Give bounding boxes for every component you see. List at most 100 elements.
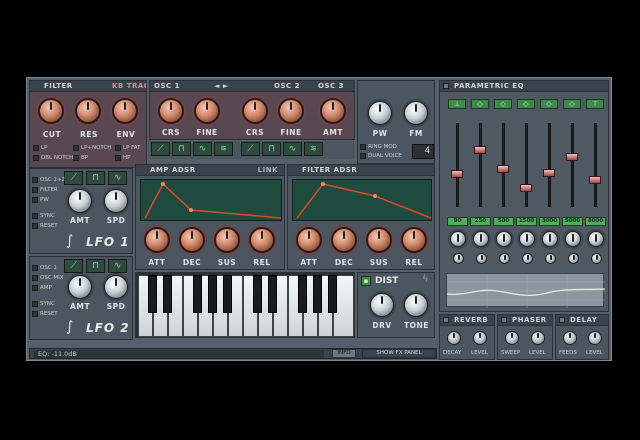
eq-slider-track-3000[interactable] (548, 123, 551, 207)
eq-slider-track-8000[interactable] (594, 123, 597, 207)
dist-tone-knob[interactable] (404, 293, 428, 317)
eq-slider-thumb-8000[interactable] (589, 176, 601, 185)
osc3-amount-knob[interactable] (320, 98, 346, 124)
piano-black-key[interactable] (148, 275, 157, 313)
cutoff-knob[interactable] (38, 98, 64, 124)
info-button[interactable]: INFO (332, 349, 356, 358)
filter-envelope-display[interactable] (292, 179, 432, 221)
reverb-level-knob[interactable] (473, 331, 487, 345)
kb-track-toggle[interactable]: KB TRACK (112, 81, 146, 91)
fm-knob[interactable] (404, 101, 428, 125)
eq-gain-knob-500[interactable] (496, 231, 512, 247)
mode-bp-check[interactable] (73, 155, 79, 161)
eq-freq-250[interactable]: 250 (470, 217, 491, 226)
piano-black-key[interactable] (193, 275, 202, 313)
lfo1-amount-knob[interactable] (68, 189, 92, 213)
pw-knob[interactable] (368, 101, 392, 125)
eq-band-type-peak-1[interactable]: ◇ (471, 99, 489, 109)
eq-band-type-peak-4[interactable]: ◇ (540, 99, 558, 109)
osc1-coarse-knob[interactable] (158, 98, 184, 124)
osc1-wave-saw[interactable]: ⟋ (151, 142, 170, 156)
eq-slider-thumb-500[interactable] (497, 164, 509, 173)
osc2-wave-saw[interactable]: ⟋ (241, 142, 260, 156)
eq-band-type-lowshelf[interactable]: ⊥ (448, 99, 466, 109)
eq-freq-8000[interactable]: 8000 (585, 217, 606, 226)
piano-black-key[interactable] (223, 275, 232, 313)
lfo1-speed-knob[interactable] (104, 189, 128, 213)
eq-q-knob-5000[interactable] (568, 253, 579, 264)
mode-lp-check[interactable] (33, 145, 39, 151)
amp-sustain-knob[interactable] (214, 227, 240, 253)
eq-slider-track-5000[interactable] (571, 123, 574, 207)
dist-drive-knob[interactable] (370, 293, 394, 317)
eq-enable-check[interactable] (443, 83, 449, 89)
lfo2-target-3-check[interactable] (32, 285, 38, 291)
amp-attack-knob[interactable] (144, 227, 170, 253)
eq-slider-thumb-90[interactable] (451, 170, 463, 179)
piano-black-key[interactable] (268, 275, 277, 313)
osc2-wave-noise[interactable]: ≋ (304, 142, 323, 156)
osc3-tab[interactable]: OSC 3 (318, 81, 344, 91)
phaser-sweep-knob[interactable] (505, 331, 519, 345)
show-fx-panel-button[interactable]: SHOW FX PANEL (362, 349, 436, 358)
delay-enable-check[interactable] (559, 317, 565, 323)
eq-gain-knob-5000[interactable] (565, 231, 581, 247)
osc1-fine-knob[interactable] (194, 98, 220, 124)
phaser-level-knob[interactable] (531, 331, 545, 345)
eq-slider-thumb-5000[interactable] (566, 153, 578, 162)
osc2-wave-square[interactable]: ⊓ (262, 142, 281, 156)
lfo1-target-2-check[interactable] (32, 187, 38, 193)
ring-mod-check[interactable] (360, 144, 366, 150)
osc-arrows[interactable]: ◄ ► (214, 81, 229, 91)
osc2-tab[interactable]: OSC 2 (274, 81, 300, 91)
eq-freq-1500[interactable]: 1500 (516, 217, 537, 226)
lfo1-sync-check[interactable] (32, 213, 38, 219)
osc1-wave-sine[interactable]: ∿ (193, 142, 212, 156)
osc1-tab[interactable]: OSC 1 (154, 81, 180, 91)
piano-black-key[interactable] (328, 275, 337, 313)
reverb-enable-check[interactable] (443, 317, 449, 323)
eq-q-knob-8000[interactable] (591, 253, 602, 264)
eq-q-knob-3000[interactable] (545, 253, 556, 264)
eq-slider-track-90[interactable] (456, 123, 459, 207)
filter-sustain-knob[interactable] (366, 227, 392, 253)
eq-freq-500[interactable]: 500 (493, 217, 514, 226)
eq-slider-thumb-250[interactable] (474, 145, 486, 154)
piano-black-key[interactable] (208, 275, 217, 313)
eq-freq-3000[interactable]: 3000 (539, 217, 560, 226)
piano-black-key[interactable] (163, 275, 172, 313)
eq-gain-knob-1500[interactable] (519, 231, 535, 247)
lfo2-wave-saw[interactable]: ⟋ (64, 259, 83, 273)
osc2-wave-sine[interactable]: ∿ (283, 142, 302, 156)
piano-black-key[interactable] (313, 275, 322, 313)
dual-voice-check[interactable] (360, 153, 366, 159)
eq-freq-90[interactable]: 90 (447, 217, 468, 226)
eq-q-knob-1500[interactable] (522, 253, 533, 264)
delay-feedback-knob[interactable] (563, 331, 577, 345)
osc1-wave-noise[interactable]: ≋ (214, 142, 233, 156)
lfo2-sync-check[interactable] (32, 301, 38, 307)
lfo2-amount-knob[interactable] (68, 275, 92, 299)
lfo2-wave-square[interactable]: ⊓ (86, 259, 105, 273)
env-amount-knob[interactable] (112, 98, 138, 124)
eq-slider-track-250[interactable] (479, 123, 482, 207)
voice-count-display[interactable]: 4 (412, 144, 434, 159)
osc1-wave-square[interactable]: ⊓ (172, 142, 191, 156)
lfo2-wave-sine[interactable]: ∿ (108, 259, 127, 273)
eq-gain-knob-90[interactable] (450, 231, 466, 247)
osc2-fine-knob[interactable] (278, 98, 304, 124)
lfo2-reset-check[interactable] (32, 311, 38, 317)
lfo2-target-2-check[interactable] (32, 275, 38, 281)
eq-gain-knob-250[interactable] (473, 231, 489, 247)
amp-link-toggle[interactable]: LINK (258, 165, 278, 175)
eq-q-knob-250[interactable] (476, 253, 487, 264)
eq-q-knob-500[interactable] (499, 253, 510, 264)
osc2-coarse-knob[interactable] (242, 98, 268, 124)
eq-freq-5000[interactable]: 5000 (562, 217, 583, 226)
lfo1-target-1-check[interactable] (32, 177, 38, 183)
mode-dblnotch-check[interactable] (33, 155, 39, 161)
eq-slider-thumb-1500[interactable] (520, 183, 532, 192)
filter-release-knob[interactable] (401, 227, 427, 253)
resonance-knob[interactable] (75, 98, 101, 124)
amp-envelope-display[interactable] (140, 179, 282, 221)
